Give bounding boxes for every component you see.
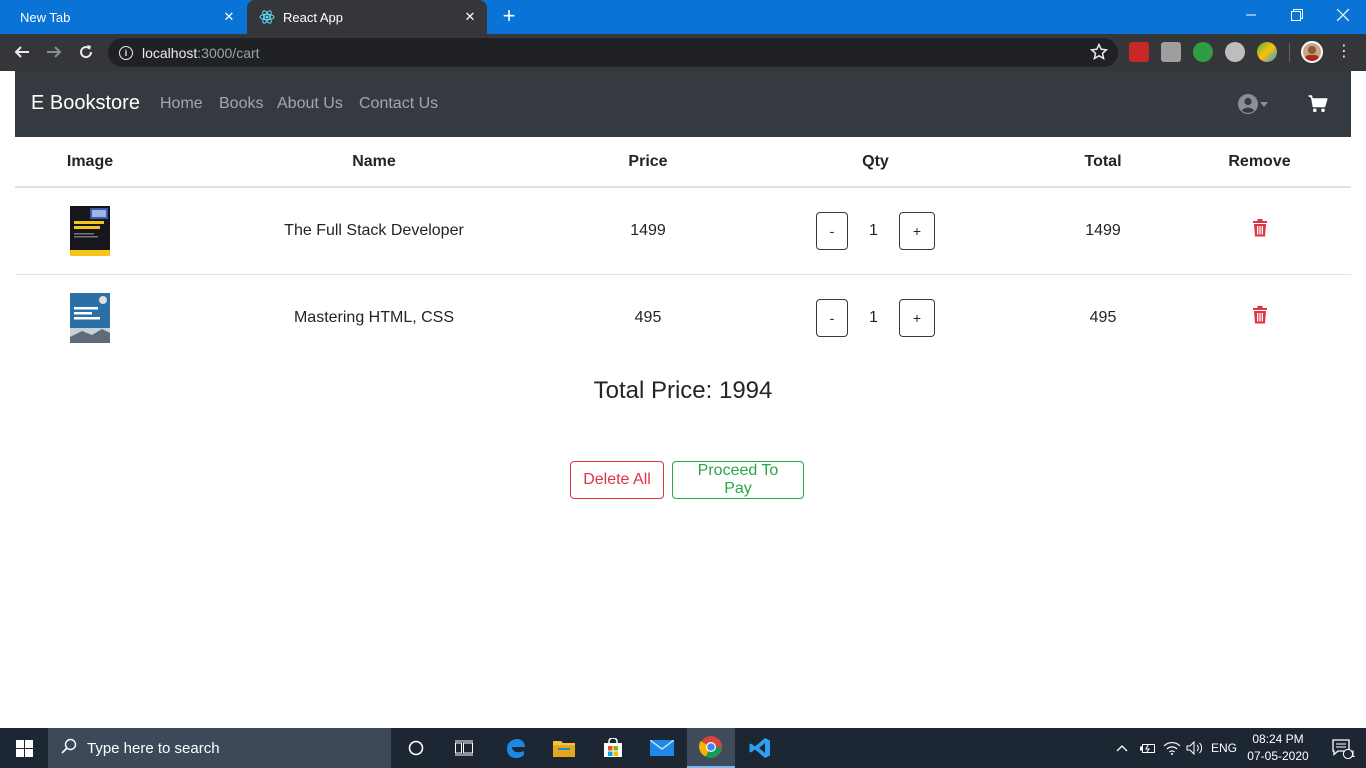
- decrement-button[interactable]: -: [816, 298, 848, 337]
- book-cover-image: [70, 292, 110, 343]
- brand-logo[interactable]: E Bookstore: [31, 92, 140, 115]
- new-tab-button[interactable]: +: [498, 5, 520, 28]
- quantity-stepper: - 1 +: [816, 211, 935, 250]
- app-navbar: E Bookstore Home Books About Us Contact …: [15, 71, 1351, 137]
- notification-count: 1: [1350, 749, 1356, 759]
- nav-link-about-us[interactable]: About Us: [277, 95, 343, 113]
- extension-shield-icon[interactable]: [1193, 42, 1213, 62]
- toolbar-divider: [1289, 43, 1290, 62]
- quantity-value: 1: [869, 221, 878, 239]
- window-close-icon[interactable]: [1320, 0, 1366, 30]
- tab-react-app[interactable]: React App ✕: [247, 0, 487, 34]
- quantity-value: 1: [869, 308, 878, 326]
- action-center-icon[interactable]: 1: [1318, 728, 1366, 768]
- trash-icon[interactable]: [1252, 219, 1268, 237]
- column-header-qty: Qty: [713, 137, 1038, 188]
- table-header-row: Image Name Price Qty Total Remove: [15, 137, 1351, 188]
- user-dropdown[interactable]: [1237, 93, 1271, 115]
- url-text: localhost:3000/cart: [142, 44, 260, 61]
- minimize-icon[interactable]: [1228, 0, 1274, 30]
- quantity-stepper: - 1 +: [816, 298, 935, 337]
- trash-icon[interactable]: [1252, 306, 1268, 324]
- mail-icon[interactable]: [638, 728, 686, 768]
- windows-start-icon[interactable]: [0, 728, 48, 768]
- extension-color-icon[interactable]: [1257, 42, 1277, 62]
- shopping-cart-icon[interactable]: [1308, 94, 1328, 114]
- tab-title: New Tab: [20, 9, 71, 25]
- clock-time: 08:24 PM: [1252, 732, 1304, 746]
- column-header-price: Price: [583, 137, 713, 188]
- column-header-remove: Remove: [1168, 137, 1351, 188]
- extension-circle-icon[interactable]: [1225, 42, 1245, 62]
- task-view-icon[interactable]: [440, 728, 488, 768]
- chrome-icon[interactable]: [687, 728, 735, 768]
- wifi-icon[interactable]: [1161, 728, 1183, 768]
- column-header-image: Image: [15, 137, 165, 188]
- profile-avatar[interactable]: [1301, 41, 1323, 63]
- book-name: Mastering HTML, CSS: [293, 308, 455, 326]
- increment-button[interactable]: +: [899, 211, 935, 250]
- file-explorer-icon[interactable]: [540, 728, 588, 768]
- decrement-button[interactable]: -: [816, 211, 848, 250]
- close-icon[interactable]: ✕: [221, 9, 237, 25]
- row-total: 495: [1089, 308, 1117, 326]
- tab-new-tab[interactable]: New Tab ✕: [0, 0, 246, 34]
- search-placeholder: Type here to search: [87, 739, 220, 757]
- nav-link-home[interactable]: Home: [160, 95, 203, 113]
- table-row: The Full Stack Developer 1499 - 1 + 1499: [15, 187, 1351, 275]
- cortana-icon[interactable]: [392, 728, 440, 768]
- nav-link-books[interactable]: Books: [219, 95, 263, 113]
- total-price: Total Price: 1994: [593, 377, 773, 404]
- menu-kebab-icon[interactable]: ⋮: [1334, 42, 1354, 62]
- user-circle-icon: [1238, 94, 1268, 114]
- table-row: Mastering HTML, CSS 495 - 1 + 495: [15, 274, 1351, 361]
- volume-icon[interactable]: [1184, 728, 1206, 768]
- taskbar-clock[interactable]: 08:24 PM 07-05-2020: [1244, 731, 1312, 765]
- proceed-to-pay-button[interactable]: Proceed To Pay: [672, 461, 804, 499]
- back-arrow-icon[interactable]: [10, 40, 34, 64]
- address-bar[interactable]: i localhost:3000/cart: [108, 38, 1118, 67]
- browser-tab-strip: New Tab ✕ React App ✕ +: [0, 0, 1366, 34]
- taskbar-search-box[interactable]: Type here to search: [48, 728, 391, 768]
- battery-icon[interactable]: [1136, 728, 1158, 768]
- extension-gray-icon[interactable]: [1161, 42, 1181, 62]
- extension-red-icon[interactable]: [1129, 42, 1149, 62]
- bookmark-star-icon[interactable]: [1089, 42, 1109, 61]
- input-language[interactable]: ENG: [1208, 728, 1240, 768]
- column-header-total: Total: [1038, 137, 1168, 188]
- book-price: 1499: [583, 187, 713, 275]
- store-icon[interactable]: [589, 728, 637, 768]
- nav-link-contact-us[interactable]: Contact Us: [359, 95, 438, 113]
- show-hidden-icons-chevron-icon[interactable]: [1113, 728, 1131, 768]
- book-cover-image: [70, 205, 110, 256]
- search-icon: [61, 738, 77, 759]
- info-icon[interactable]: i: [119, 45, 133, 60]
- close-icon[interactable]: ✕: [462, 9, 478, 25]
- browser-toolbar: i localhost:3000/cart ⋮: [0, 34, 1366, 71]
- cart-table: Image Name Price Qty Total Remove The Fu…: [15, 137, 1351, 361]
- vscode-icon[interactable]: [736, 728, 784, 768]
- column-header-name: Name: [165, 137, 583, 188]
- tab-title: React App: [283, 9, 343, 25]
- windows-taskbar: Type here to search ENG 08:24 PM 07-05-2…: [0, 728, 1366, 768]
- increment-button[interactable]: +: [899, 298, 935, 337]
- react-icon: [259, 9, 275, 25]
- book-price: 495: [634, 308, 662, 326]
- reload-icon[interactable]: [74, 40, 98, 64]
- row-total: 1499: [1038, 187, 1168, 275]
- book-name: The Full Stack Developer: [165, 187, 583, 275]
- delete-all-button[interactable]: Delete All: [570, 461, 664, 499]
- clock-date: 07-05-2020: [1247, 749, 1309, 763]
- forward-arrow-icon[interactable]: [42, 40, 66, 64]
- edge-browser-icon[interactable]: [491, 728, 539, 768]
- restore-icon[interactable]: [1274, 0, 1320, 30]
